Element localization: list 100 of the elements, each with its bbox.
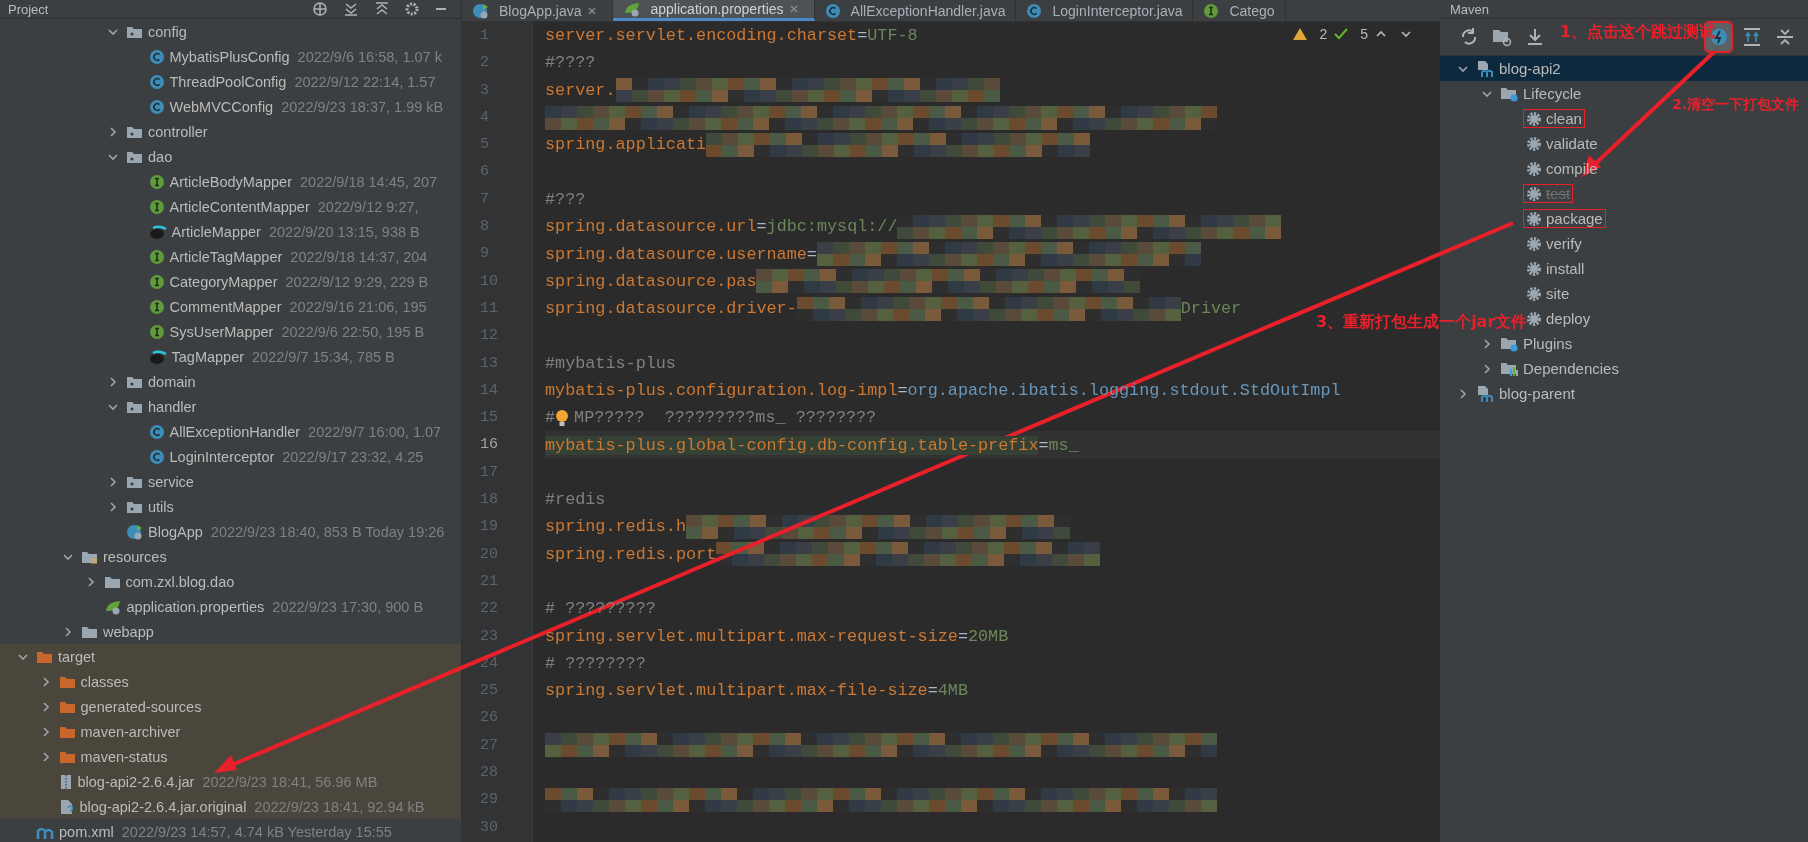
equals-sign: = [756,217,767,237]
file-info: 2022/9/23 18:37, 1.99 kB [281,98,444,115]
equals-sign: = [1038,435,1049,455]
file-name[interactable]: com.zxl.blog.dao [125,573,235,590]
leaf-gear-icon [622,1,641,17]
gear-icon [1526,235,1542,252]
lifecycle-goal[interactable]: validate [1524,135,1600,152]
comment: # ???????? [545,653,646,673]
lifecycle-goal[interactable]: install [1524,260,1587,277]
locate-icon[interactable] [312,2,328,16]
file-name[interactable]: controller [148,123,208,140]
maven-project-icon [1476,59,1494,78]
file-name[interactable]: ArticleContentMapper [169,198,310,215]
editor-tab[interactable]: BlogApp.java [462,0,613,21]
file-name[interactable]: CommentMapper [169,298,282,315]
file-info: 2022/9/16 21:06, 195 [289,298,427,315]
expand-all-icon[interactable] [343,2,359,16]
file-info: 2022/9/23 18:40, 853 B Today 19:26 [210,523,445,540]
file-name[interactable]: pom.xml [59,823,114,840]
file-name[interactable]: blog-api2-2.6.4.jar [77,773,195,790]
file-info: 2022/9/12 22:14, 1.57 [294,73,436,90]
tree-item-label: Dependencies [1523,360,1619,377]
comment: #redis [545,490,606,510]
selected-row-highlight[interactable]: blog-api2 [1440,56,1808,81]
property-key: mybatis-plus.global-config.db-config.table-prefix [545,435,1039,455]
editor-tab[interactable]: AllExceptionHandler.java [814,0,1017,21]
file-name[interactable]: LoginInterceptor [169,448,275,465]
property-key: spring.datasource.url [545,217,757,237]
file-name[interactable]: ArticleMapper [171,223,261,240]
lifecycle-goal[interactable]: package [1524,210,1605,227]
file-name[interactable]: service [148,473,194,490]
file-info: 2022/9/23 14:57, 4.74 kB Yesterday 15:55 [121,823,392,840]
file-name[interactable]: ThreadPoolConfig [169,73,287,90]
file-name[interactable]: ArticleBodyMapper [169,173,292,190]
file-name[interactable]: domain [148,373,196,390]
comment: #???? [545,53,596,73]
file-name[interactable]: WebMVCConfig [169,98,274,115]
file-name[interactable]: resources [103,548,167,565]
interface-icon [148,323,165,340]
file-name[interactable]: AllExceptionHandler [169,423,301,440]
settings-icon[interactable] [405,2,419,16]
leaf-gear-icon [103,598,122,615]
file-name[interactable]: blog-api2-2.6.4.jar.original [79,798,247,815]
gear-icon [1526,135,1542,152]
file-info: 2022/9/7 15:34, 785 B [252,348,395,365]
warning-count: 2 [1319,26,1328,42]
file-info: 2022/9/20 13:15, 938 B [268,223,420,240]
file-name[interactable]: webapp [103,623,154,640]
class-icon [824,2,841,19]
file-info: 2022/9/7 16:00, 1.07 [308,423,442,440]
interface-icon [148,248,165,265]
class-icon [148,448,165,465]
property-key: spring.datasource.username [545,244,807,264]
archive-icon [58,773,73,790]
gear-icon [1526,110,1542,127]
file-name[interactable]: dao [148,148,173,165]
collapse-all-icon[interactable] [374,2,390,16]
file-name[interactable]: MybatisPlusConfig [169,48,290,65]
lifecycle-goal[interactable]: verify [1524,235,1584,252]
editor-tab[interactable]: LoginInterceptor.java [1016,0,1194,21]
check-icon[interactable] [1333,27,1350,41]
tree-item-label: Plugins [1523,335,1573,352]
file-name[interactable]: target [58,648,96,665]
gear-icon [1526,310,1542,327]
file-name[interactable]: BlogApp [148,523,203,540]
lightbulb-icon[interactable] [555,408,570,427]
interface-icon [148,273,165,290]
close-icon[interactable] [586,5,597,16]
property-value: Driver [1180,299,1242,319]
file-name[interactable]: application.properties [126,598,265,615]
file-info: 2022/9/17 23:32, 4.25 [282,448,424,465]
panel-title: Maven [1450,1,1490,17]
file-name[interactable]: maven-archiver [80,723,181,740]
editor-tab[interactable]: Catego [1193,0,1286,21]
gear-icon [1526,185,1542,202]
file-name[interactable]: config [148,23,187,40]
file-name[interactable]: generated-sources [80,698,202,715]
file-name[interactable]: ArticleTagMapper [169,248,283,265]
interface-icon [148,298,165,315]
file-name[interactable]: classes [80,673,129,690]
close-icon[interactable] [788,4,799,14]
editor-tab[interactable]: application.properties [612,0,815,21]
lifecycle-goal[interactable]: site [1524,285,1572,302]
file-name[interactable]: handler [148,398,197,415]
file-name[interactable]: SysUserMapper [169,323,274,340]
file-name[interactable]: utils [148,498,174,515]
property-key: server.servlet.encoding.charset [545,26,858,46]
file-info: 2022/9/18 14:37, 204 [290,248,428,265]
file-name[interactable]: TagMapper [171,348,245,365]
file-name[interactable]: maven-status [80,748,168,765]
warning-icon[interactable] [1292,27,1309,41]
gear-icon [1526,210,1542,227]
file-info: 2022/9/23 18:41, 92.94 kB [254,798,425,815]
property-value: ms_ [1048,435,1079,455]
file-name[interactable]: CategoryMapper [169,273,278,290]
spring-class-icon [126,523,143,540]
file-info: 2022/9/6 22:50, 195 B [281,323,425,340]
comment: #??? [545,189,586,209]
lifecycle-goal[interactable]: clean [1524,110,1584,127]
tree-item-label: Lifecycle [1523,85,1582,102]
